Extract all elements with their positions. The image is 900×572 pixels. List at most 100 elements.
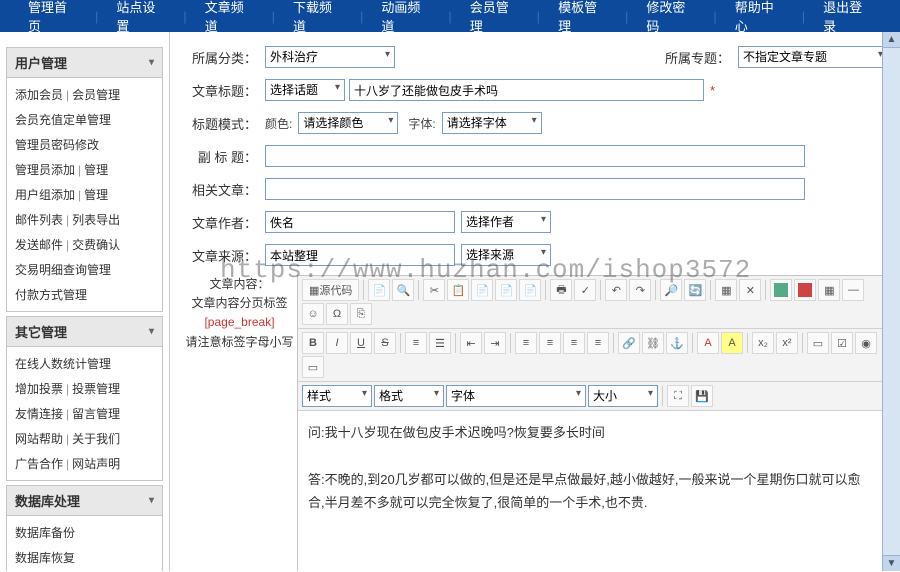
sidebar-link[interactable]: 会员管理: [72, 88, 120, 102]
sidebar-link[interactable]: 列表导出: [72, 213, 120, 227]
undo-icon[interactable]: ↶: [605, 279, 627, 301]
related-input[interactable]: [265, 178, 805, 200]
category-select[interactable]: 外科治疗: [265, 46, 395, 68]
author-select[interactable]: 选择作者: [461, 211, 551, 233]
source-select[interactable]: 选择来源: [461, 244, 551, 266]
table-icon[interactable]: ▦: [818, 279, 840, 301]
sidebar-link[interactable]: 会员充值定单管理: [15, 113, 111, 127]
paste-word-icon[interactable]: 📄: [519, 279, 541, 301]
topnav-4[interactable]: 动画频道: [363, 0, 448, 35]
sidebar-link[interactable]: 添加会员: [15, 88, 63, 102]
sidebar-link[interactable]: 在线人数统计管理: [15, 357, 111, 371]
sidebar-link[interactable]: 数据库备份: [15, 526, 75, 540]
outdent-icon[interactable]: ⇤: [460, 332, 482, 354]
unlink-icon[interactable]: ⛓: [642, 332, 664, 354]
print-icon[interactable]: 🖶: [550, 279, 572, 301]
sidebar-link[interactable]: 友情连接: [15, 407, 63, 421]
bold-icon[interactable]: B: [302, 332, 324, 354]
italic-icon[interactable]: I: [326, 332, 348, 354]
numlist-icon[interactable]: ≡: [405, 332, 427, 354]
topnav-7[interactable]: 修改密码: [628, 0, 713, 35]
flash-icon[interactable]: [794, 279, 816, 301]
sidebar-link[interactable]: 管理: [84, 163, 108, 177]
sidebar-link[interactable]: 发送邮件: [15, 238, 63, 252]
checkbox-icon[interactable]: ☑: [831, 332, 853, 354]
subtitle-input[interactable]: [265, 145, 805, 167]
textcolor-icon[interactable]: A: [697, 332, 719, 354]
sidebar-link[interactable]: 数据库恢复: [15, 551, 75, 565]
style-select[interactable]: 样式: [302, 385, 372, 407]
align-justify-icon[interactable]: ≡: [587, 332, 609, 354]
spellcheck-icon[interactable]: ✓: [574, 279, 596, 301]
align-center-icon[interactable]: ≡: [539, 332, 561, 354]
sidebar-link[interactable]: 广告合作: [15, 457, 63, 471]
specialchar-icon[interactable]: Ω: [326, 303, 348, 325]
topnav-8[interactable]: 帮助中心: [717, 0, 802, 35]
sidebar-link[interactable]: 留言管理: [72, 407, 120, 421]
sidebar-link[interactable]: 投票管理: [72, 382, 120, 396]
sidebar-group-2[interactable]: 数据库处理▾: [6, 485, 163, 516]
hr-icon[interactable]: —: [842, 279, 864, 301]
topnav-1[interactable]: 站点设置: [98, 0, 183, 35]
topnav-5[interactable]: 会员管理: [452, 0, 537, 35]
sidebar-group-0[interactable]: 用户管理▾: [6, 47, 163, 78]
format-select[interactable]: 格式: [374, 385, 444, 407]
replace-icon[interactable]: 🔄: [684, 279, 706, 301]
save-icon[interactable]: 💾: [691, 385, 713, 407]
textfield-icon[interactable]: ▭: [302, 356, 324, 378]
sidebar-link[interactable]: 网站声明: [72, 457, 120, 471]
title-input[interactable]: [349, 79, 704, 101]
editor-body[interactable]: 问:我十八岁现在做包皮手术迟晚吗?恢复要多长时间 答:不晚的,到20几岁都可以做…: [298, 411, 887, 571]
redo-icon[interactable]: ↷: [629, 279, 651, 301]
form-icon[interactable]: ▭: [807, 332, 829, 354]
paste-icon[interactable]: 📄: [471, 279, 493, 301]
sidebar-link[interactable]: 交费确认: [72, 238, 120, 252]
find-icon[interactable]: 🔎: [660, 279, 682, 301]
copy-icon[interactable]: 📋: [447, 279, 469, 301]
sidebar-link[interactable]: 管理员密码修改: [15, 138, 99, 152]
sidebar-link[interactable]: 管理员添加: [15, 163, 75, 177]
sidebar-link[interactable]: 增加投票: [15, 382, 63, 396]
sidebar-link[interactable]: 交易明细查询管理: [15, 263, 111, 277]
topnav-0[interactable]: 管理首页: [10, 0, 95, 35]
underline-icon[interactable]: U: [350, 332, 372, 354]
align-right-icon[interactable]: ≡: [563, 332, 585, 354]
removeformat-icon[interactable]: ✕: [739, 279, 761, 301]
topnav-6[interactable]: 模板管理: [540, 0, 625, 35]
topnav-3[interactable]: 下载频道: [275, 0, 360, 35]
scroll-up-icon[interactable]: ▲: [883, 32, 900, 48]
topnav-2[interactable]: 文章频道: [187, 0, 272, 35]
smiley-icon[interactable]: ☺: [302, 303, 324, 325]
sidebar-link[interactable]: 邮件列表: [15, 213, 63, 227]
sidebar-link[interactable]: 用户组添加: [15, 188, 75, 202]
sidebar-link[interactable]: 网站帮助: [15, 432, 63, 446]
preview-icon[interactable]: 🔍: [392, 279, 414, 301]
paste-text-icon[interactable]: 📄: [495, 279, 517, 301]
radio-icon[interactable]: ◉: [855, 332, 877, 354]
topic-select[interactable]: 不指定文章专题: [738, 46, 888, 68]
fontfamily-select[interactable]: 字体: [446, 385, 586, 407]
new-doc-icon[interactable]: 📄: [368, 279, 390, 301]
subscript-icon[interactable]: x₂: [752, 332, 774, 354]
superscript-icon[interactable]: x²: [776, 332, 798, 354]
title-font-select[interactable]: 请选择字体: [442, 112, 542, 134]
selectall-icon[interactable]: ▦: [715, 279, 737, 301]
image-icon[interactable]: [770, 279, 792, 301]
bgcolor-icon[interactable]: A: [721, 332, 743, 354]
sidebar-link[interactable]: 付款方式管理: [15, 288, 87, 302]
sidebar-link[interactable]: 关于我们: [72, 432, 120, 446]
indent-icon[interactable]: ⇥: [484, 332, 506, 354]
cut-icon[interactable]: ✂: [423, 279, 445, 301]
pagebreak-icon[interactable]: ⎘: [350, 303, 372, 325]
fontsize-select[interactable]: 大小: [588, 385, 658, 407]
anchor-icon[interactable]: ⚓: [666, 332, 688, 354]
title-topic-select[interactable]: 选择话题: [265, 79, 345, 101]
source-code-button[interactable]: ▦ 源代码: [302, 279, 359, 301]
maximize-icon[interactable]: ⛶: [667, 385, 689, 407]
sidebar-group-1[interactable]: 其它管理▾: [6, 316, 163, 347]
right-scrollbar[interactable]: ▲ ▼: [882, 32, 900, 571]
bulletlist-icon[interactable]: ☰: [429, 332, 451, 354]
author-input[interactable]: [265, 211, 455, 233]
topnav-9[interactable]: 退出登录: [805, 0, 890, 35]
title-color-select[interactable]: 请选择颜色: [298, 112, 398, 134]
